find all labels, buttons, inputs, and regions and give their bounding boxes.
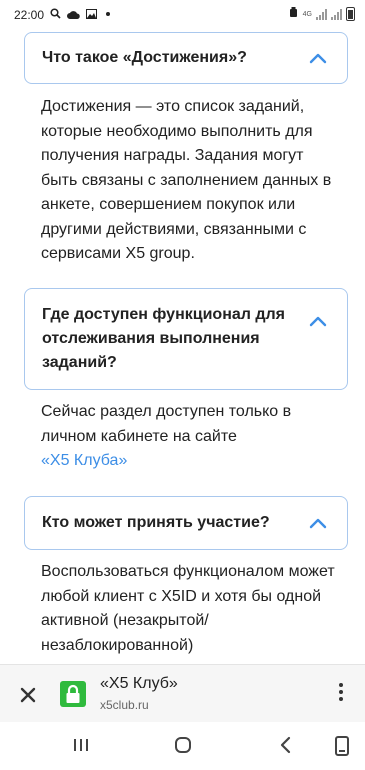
more-menu-icon[interactable]	[337, 683, 345, 705]
faq-question-card-achievements[interactable]: Что такое «Достижения»?	[24, 32, 348, 84]
recent-apps-icon[interactable]	[72, 736, 90, 754]
custom-tab-bar: «X5 Клуб» x5club.ru	[0, 664, 365, 723]
faq-answer: Воспользоваться функционалом может любой…	[41, 563, 335, 654]
faq-answer: Достижения — это список заданий, которые…	[41, 98, 332, 262]
faq-question: Что такое «Достижения»?	[42, 49, 247, 66]
network-type-label: 4G	[302, 10, 312, 18]
chevron-up-icon[interactable]	[309, 315, 327, 327]
site-title: «X5 Клуб»	[100, 675, 178, 692]
faq-question: Где доступен функционал для отслеживания…	[42, 306, 286, 371]
cloud-icon	[67, 8, 80, 22]
faq-answer: Сейчас раздел доступен только в личном к…	[41, 400, 311, 474]
signal-icon-2	[331, 8, 342, 20]
secure-lock-icon[interactable]	[60, 681, 86, 707]
home-icon[interactable]	[174, 736, 192, 754]
faq-question-card-availability[interactable]: Где доступен функционал для отслеживания…	[24, 288, 348, 390]
chevron-up-icon[interactable]	[309, 517, 327, 529]
search-icon	[50, 8, 61, 22]
x5-club-link[interactable]: «X5 Клуба»	[41, 449, 311, 474]
alarm-icon	[288, 7, 299, 21]
status-time: 22:00	[14, 8, 45, 22]
chevron-up-icon[interactable]	[309, 52, 327, 64]
signal-icon	[316, 8, 327, 20]
image-icon	[86, 8, 98, 22]
close-icon[interactable]	[16, 683, 40, 707]
site-url: x5club.ru	[100, 698, 149, 712]
faq-question-card-participants[interactable]: Кто может принять участие?	[24, 496, 348, 550]
dot-icon	[103, 8, 113, 22]
faq-question: Кто может принять участие?	[42, 514, 270, 531]
status-bar: 22:00 4G	[0, 0, 365, 30]
system-nav-bar	[0, 722, 365, 770]
battery-icon	[346, 7, 355, 21]
screen-rotate-icon[interactable]	[334, 736, 350, 756]
back-icon[interactable]	[278, 736, 294, 754]
faq-content: Что такое «Достижения»? Достижения — это…	[0, 30, 365, 664]
